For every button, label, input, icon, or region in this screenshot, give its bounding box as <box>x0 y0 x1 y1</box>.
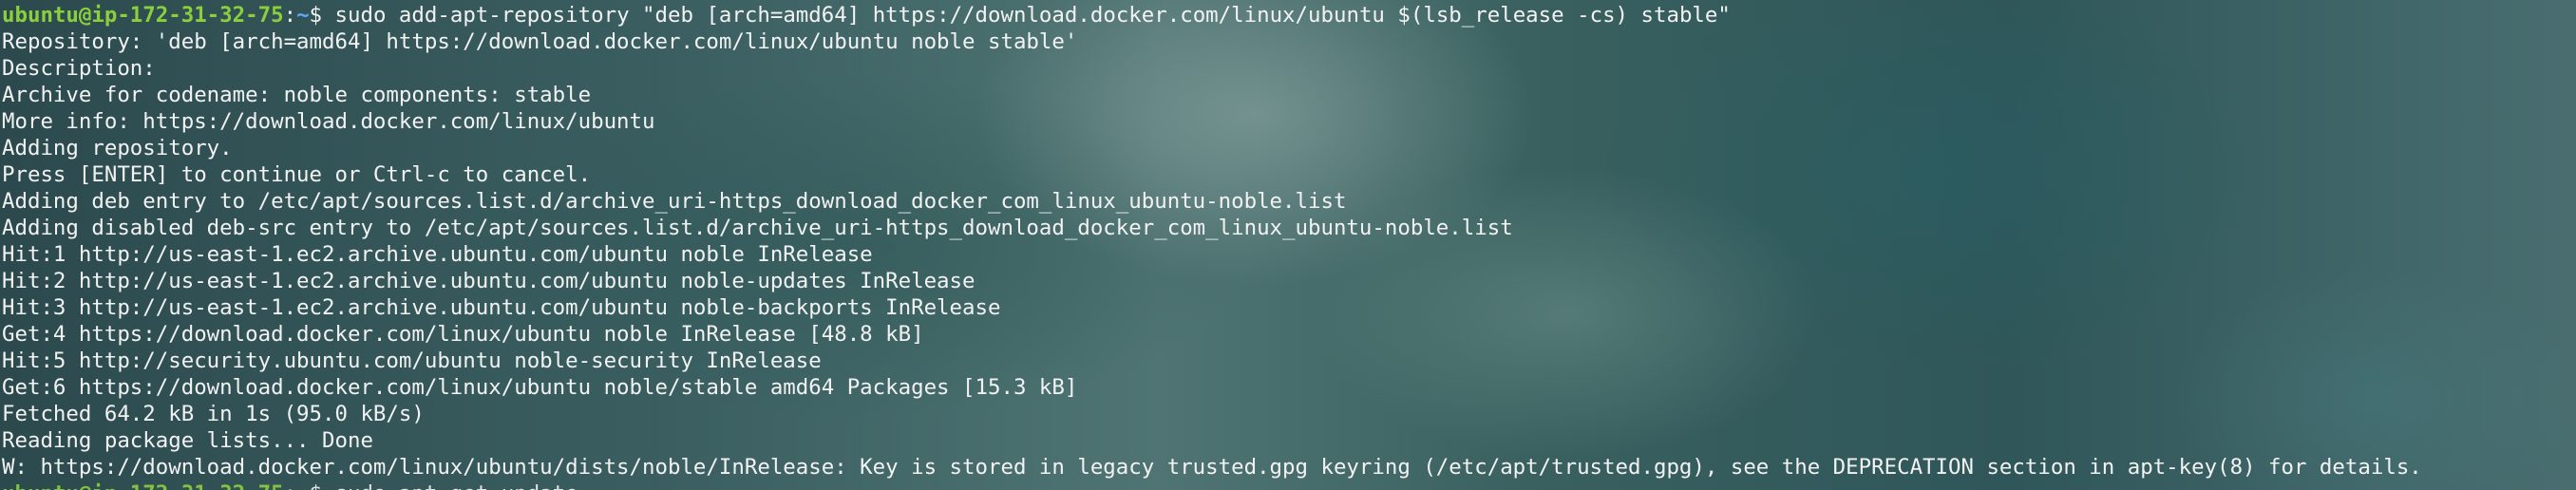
output-line: Description: <box>2 56 156 81</box>
output-line: More info: https://download.docker.com/l… <box>2 109 655 134</box>
output-line: Hit:3 http://us-east-1.ec2.archive.ubunt… <box>2 295 1001 320</box>
prompt-path: ~ <box>296 3 310 28</box>
command-line: ubuntu@ip-172-31-32-75:~$ sudo add-apt-r… <box>2 2 2576 28</box>
command-text: sudo add-apt-repository "deb [arch=amd64… <box>334 3 1731 28</box>
output-line: Get:4 https://download.docker.com/linux/… <box>2 322 924 347</box>
output-line: Hit:1 http://us-east-1.ec2.archive.ubunt… <box>2 242 873 267</box>
prompt-path: ~ <box>296 481 309 490</box>
prompt-separator: : <box>284 481 296 490</box>
output-line: Hit:5 http://security.ubuntu.com/ubuntu … <box>2 349 822 373</box>
prompt-user-host: ubuntu@ip-172-31-32-75 <box>2 481 284 490</box>
output-line: Adding deb entry to /etc/apt/sources.lis… <box>2 189 1347 214</box>
output-line: Press [ENTER] to continue or Ctrl-c to c… <box>2 162 592 187</box>
output-line: Reading package lists... Done <box>2 428 373 453</box>
warning-line: W: https://download.docker.com/linux/ubu… <box>2 455 2422 480</box>
output-line: Fetched 64.2 kB in 1s (95.0 kB/s) <box>2 402 425 426</box>
prompt-symbol: $ <box>310 481 335 490</box>
output-line: Get:6 https://download.docker.com/linux/… <box>2 375 1078 400</box>
output-line: Adding repository. <box>2 136 233 160</box>
output-line: Hit:2 http://us-east-1.ec2.archive.ubunt… <box>2 269 975 293</box>
command-text: sudo apt-get update <box>335 481 578 490</box>
prompt-user-host: ubuntu@ip-172-31-32-75 <box>2 3 284 28</box>
next-command-line: ubuntu@ip-172-31-32-75:~$ sudo apt-get u… <box>2 481 2576 490</box>
output-line: Archive for codename: noble components: … <box>2 83 592 107</box>
output-line: Repository: 'deb [arch=amd64] https://do… <box>2 29 1078 54</box>
output-line: Adding disabled deb-src entry to /etc/ap… <box>2 216 1513 240</box>
prompt-separator: : <box>283 3 297 28</box>
prompt-symbol: $ <box>309 3 335 28</box>
terminal-window[interactable]: ubuntu@ip-172-31-32-75:~$ sudo add-apt-r… <box>0 0 2576 490</box>
